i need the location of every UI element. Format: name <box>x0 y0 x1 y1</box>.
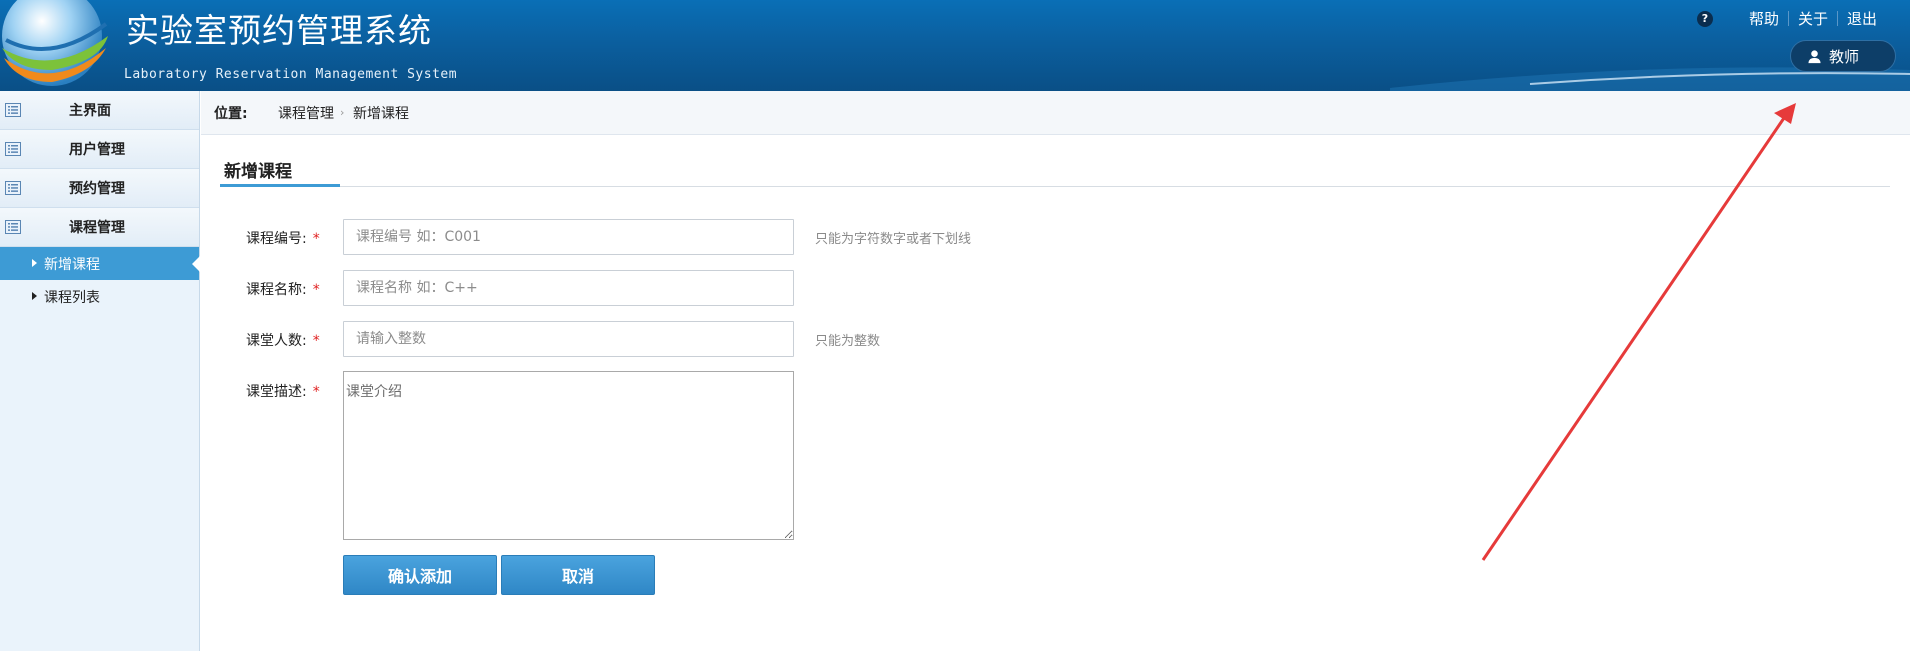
link-divider <box>1788 11 1790 26</box>
breadcrumb-item-add-course: 新增课程 <box>353 105 409 122</box>
cancel-button[interactable]: 取消 <box>501 555 655 595</box>
sidebar-item-label: 用户管理 <box>69 142 125 158</box>
class-size-hint: 只能为整数 <box>815 334 881 349</box>
course-description-label: 课堂描述: * <box>246 381 320 401</box>
user-role-button[interactable]: 教师 <box>1790 40 1896 72</box>
top-header: 实验室预约管理系统 Laboratory Reservation Managem… <box>0 0 1910 91</box>
sidebar-subitem-course-list[interactable]: 课程列表 <box>0 280 199 313</box>
field-label-text: 课程编号: <box>246 231 307 247</box>
sidebar-subitem-label: 课程列表 <box>44 289 100 306</box>
course-name-input[interactable] <box>343 270 794 306</box>
breadcrumb-item-course-management[interactable]: 课程管理 <box>278 103 334 123</box>
sidebar-subitem-add-course[interactable]: 新增课程 <box>0 247 200 280</box>
sidebar-item-label: 预约管理 <box>69 181 125 197</box>
confirm-add-button[interactable]: 确认添加 <box>343 555 497 595</box>
field-label-text: 课堂人数: <box>246 333 307 349</box>
app-subtitle: Laboratory Reservation Management System <box>124 67 458 82</box>
sidebar-item-reservations[interactable]: 预约管理 <box>0 169 199 208</box>
sidebar-subitem-label: 新增课程 <box>44 256 100 273</box>
user-icon <box>1808 49 1821 63</box>
course-code-label: 课程编号: * <box>246 228 320 248</box>
course-code-input[interactable] <box>343 219 794 255</box>
course-name-label: 课程名称: * <box>246 279 320 299</box>
about-link[interactable]: 关于 <box>1798 8 1828 29</box>
sidebar-item-label: 主界面 <box>69 103 111 119</box>
required-mark: * <box>312 282 320 298</box>
sidebar-item-home[interactable]: 主界面 <box>0 91 199 130</box>
globe-logo-icon <box>2 0 108 86</box>
help-question-icon[interactable]: ? <box>1697 11 1713 27</box>
breadcrumb: 位置: 课程管理 › 新增课程 <box>201 91 1910 135</box>
list-icon <box>5 181 21 195</box>
required-mark: * <box>312 384 320 400</box>
breadcrumb-separator-icon: › <box>340 106 345 119</box>
user-role-label: 教师 <box>1829 47 1860 66</box>
class-size-label: 课堂人数: * <box>246 330 320 350</box>
field-label-text: 课堂描述: <box>246 384 307 400</box>
section-title-underline <box>220 184 340 187</box>
sidebar: 主界面 用户管理 预约管理 课程管理 新增课程 课程列表 <box>0 91 200 651</box>
required-mark: * <box>312 231 320 247</box>
list-icon <box>5 103 21 117</box>
logout-link[interactable]: 退出 <box>1847 8 1877 29</box>
link-divider <box>1837 11 1839 26</box>
course-code-hint: 只能为字符数字或者下划线 <box>815 232 972 247</box>
sidebar-item-courses[interactable]: 课程管理 <box>0 208 199 247</box>
class-size-input[interactable] <box>343 321 794 357</box>
caret-right-icon <box>32 259 37 267</box>
caret-right-icon <box>32 292 37 300</box>
section-divider <box>220 186 1890 187</box>
list-icon <box>5 220 21 234</box>
required-mark: * <box>312 333 320 349</box>
page-title: 新增课程 <box>224 162 292 182</box>
course-description-textarea[interactable] <box>343 371 794 540</box>
top-links: 帮助 关于 退出 <box>1749 8 1877 29</box>
field-label-text: 课程名称: <box>246 282 307 298</box>
breadcrumb-prefix: 位置: <box>214 105 248 122</box>
sidebar-item-label: 课程管理 <box>69 220 125 236</box>
app-title: 实验室预约管理系统 <box>126 11 432 50</box>
sidebar-item-users[interactable]: 用户管理 <box>0 130 199 169</box>
list-icon <box>5 142 21 156</box>
help-link[interactable]: 帮助 <box>1749 8 1779 29</box>
